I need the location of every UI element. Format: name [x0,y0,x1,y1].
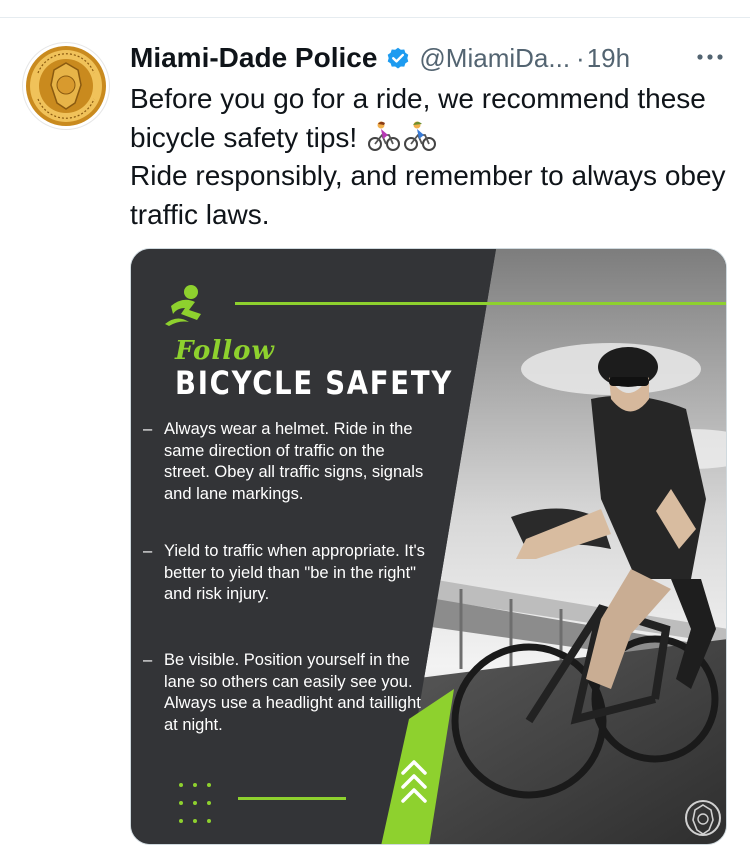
dots-pattern [177,781,213,825]
cyclist-logo-icon [161,284,213,328]
accent-line [238,797,346,800]
tweet-media-image[interactable]: Follow BICYCLE SAFETY – Always wear a he… [130,248,727,845]
account-name[interactable]: Miami-Dade Police [130,42,377,74]
safety-tip: – Be visible. Position yourself in the l… [143,650,428,736]
chevrons-up-icon [397,751,431,811]
tip-text: Always wear a helmet. Ride in the same d… [164,420,424,503]
tweet-timestamp[interactable]: 19h [587,43,630,74]
tip-dash: – [143,651,153,669]
safety-tip: – Always wear a helmet. Ride in the same… [143,419,428,505]
police-seal-watermark [683,797,723,839]
tip-text: Be visible. Position yourself in the lan… [164,651,421,734]
tip-dash: – [143,420,153,438]
safety-tip: – Yield to traffic when appropriate. It'… [143,541,428,606]
tweet-text: Before you go for a ride, we recommend t… [130,80,730,234]
accent-line [235,302,726,305]
divider [0,17,750,18]
more-options-icon [697,54,723,60]
tip-dash: – [143,542,153,560]
account-handle[interactable]: @MiamiDa... [419,43,570,74]
police-badge-logo [26,46,106,126]
verified-badge-icon [385,45,411,71]
separator-dot: · [576,42,585,73]
more-options-button[interactable] [690,40,730,74]
tweet-header: Miami-Dade Police @MiamiDa... · 19h [130,38,630,78]
man-biking-emoji [403,119,437,153]
tip-text: Yield to traffic when appropriate. It's … [164,542,425,603]
avatar[interactable] [22,42,110,130]
graphic-follow-text: Follow [175,336,275,366]
woman-biking-emoji [367,119,401,153]
graphic-title: BICYCLE SAFETY [175,364,453,402]
tweet-line-2: Ride responsibly, and remember to always… [130,160,726,230]
